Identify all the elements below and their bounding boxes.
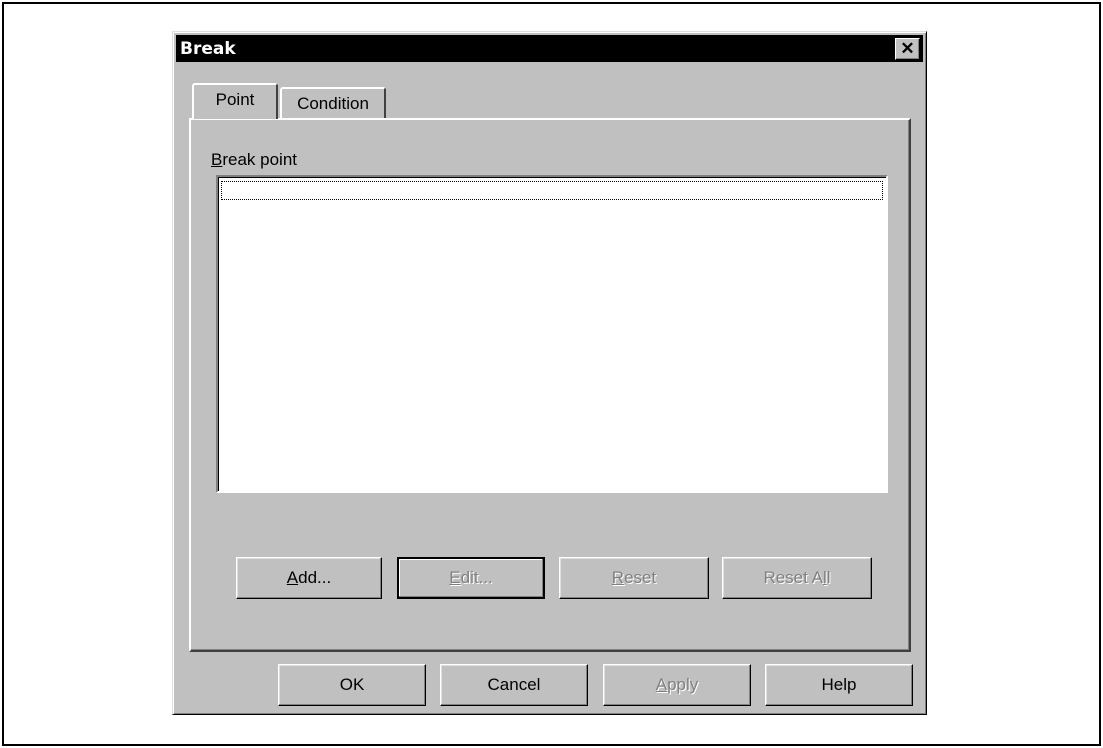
ok-button-label: OK	[339, 675, 365, 694]
tab-point[interactable]: Point	[192, 83, 278, 119]
edit-button[interactable]: Edit...	[397, 557, 545, 599]
add-button[interactable]: Add...	[236, 557, 382, 599]
tab-point-label: Point	[215, 90, 255, 109]
apply-button[interactable]: Apply	[603, 664, 751, 706]
reset-button-mnemonic: R	[611, 568, 625, 587]
reset-all-button-label-pre: Reset A	[763, 568, 823, 587]
edit-button-mnemonic: E	[449, 568, 461, 587]
ok-button[interactable]: OK	[278, 664, 426, 706]
dialog-title: Break	[180, 39, 236, 59]
help-button[interactable]: Help	[765, 664, 913, 706]
add-button-label: dd...	[298, 568, 332, 587]
point-tab-panel: Break point Add... Edit... Reset Reset A…	[189, 118, 911, 652]
title-bar: Break ✕	[176, 35, 923, 62]
break-point-label-mnemonic: B	[211, 150, 223, 169]
break-point-label-rest: reak point	[222, 150, 298, 169]
help-button-label: Help	[821, 675, 857, 694]
cancel-button-label: Cancel	[487, 675, 541, 694]
break-dialog: Break ✕ Point Condition Break point Add.…	[172, 31, 927, 715]
cancel-button[interactable]: Cancel	[440, 664, 588, 706]
tab-condition-label: Condition	[297, 94, 369, 113]
apply-button-label: pply	[667, 675, 699, 694]
edit-button-label: dit...	[460, 568, 493, 587]
apply-button-mnemonic: A	[655, 675, 668, 694]
close-button[interactable]: ✕	[895, 38, 920, 60]
reset-button[interactable]: Reset	[559, 557, 709, 599]
reset-all-button[interactable]: Reset All	[722, 557, 872, 599]
add-button-mnemonic: A	[286, 568, 299, 587]
list-focus-row[interactable]	[221, 181, 883, 200]
break-point-label: Break point	[211, 150, 297, 170]
reset-all-button-label-rest: l	[826, 568, 831, 587]
break-point-list[interactable]	[216, 175, 888, 493]
tab-condition[interactable]: Condition	[280, 87, 386, 118]
close-icon: ✕	[900, 39, 915, 58]
reset-button-label: eset	[624, 568, 657, 587]
